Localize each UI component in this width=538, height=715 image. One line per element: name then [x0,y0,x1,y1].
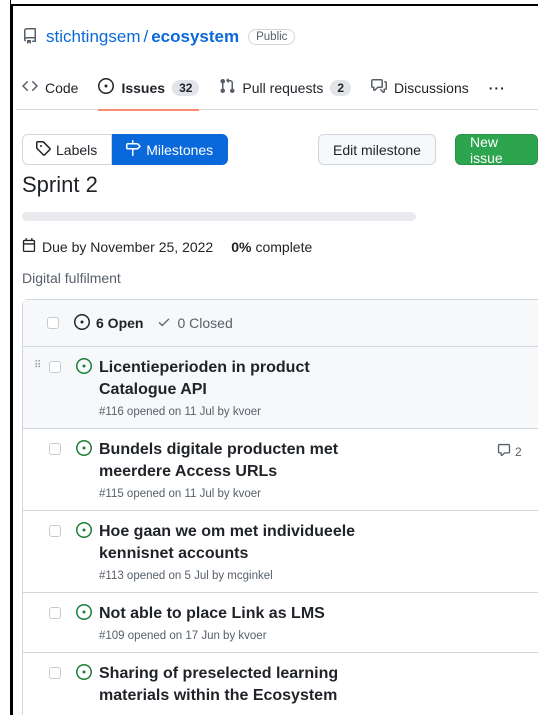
pull-requests-counter: 2 [330,79,352,96]
issue-checkbox[interactable] [49,443,61,455]
issue-checkbox[interactable] [49,361,61,373]
tab-issues-label: Issues [121,79,166,96]
check-icon [157,315,177,332]
issue-row[interactable]: Hoe gaan we om met individueele kennisne… [23,511,538,593]
comments-link[interactable]: 2 [497,443,522,460]
issue-title-link[interactable]: Not able to place Link as LMS [99,603,399,625]
milestones-button[interactable]: Milestones [112,134,229,165]
comment-icon [497,443,515,460]
issue-row[interactable]: ⠿ Licentieperioden in product Catalogue … [23,347,538,429]
issues-counter: 32 [172,79,200,96]
issue-open-icon [76,358,92,379]
calendar-icon [22,238,42,255]
issue-meta: #116 opened on 11 Jul by kvoer [99,406,261,418]
tag-icon [35,140,56,159]
tab-code-label: Code [45,79,79,96]
edit-milestone-button[interactable]: Edit milestone [318,134,436,165]
issue-title-link[interactable]: Sharing of preselected learning material… [99,663,359,707]
labels-button[interactable]: Labels [22,134,113,165]
tab-pull-requests-label: Pull requests [242,79,324,96]
milestone-toolbar: Labels Milestones Edit milestone New iss… [22,134,538,166]
open-count-label: 6 Open [96,315,144,331]
repo-icon [22,28,40,46]
select-all-checkbox[interactable] [47,317,59,329]
window-frame-left [0,0,11,715]
milestone-title: Sprint 2 [22,172,98,197]
issue-row[interactable]: Not able to place Link as LMS #109 opene… [23,593,538,653]
repo-separator: / [143,27,149,46]
milestone-progress-bar [22,212,416,221]
issue-row[interactable]: Sharing of preselected learning material… [23,653,538,715]
milestones-button-label: Milestones [146,141,214,158]
repo-owner-link[interactable]: stichtingsem [46,27,140,47]
issue-opened-icon [98,78,121,97]
repo-header: stichtingsem / ecosystem Public [16,8,538,66]
window-frame-inner [11,6,14,715]
github-milestone-page: stichtingsem / ecosystem Public Code Iss… [16,8,538,715]
closed-count-label: 0 Closed [177,315,233,331]
due-date: Due by November 25, 2022 [42,238,214,255]
complete-label: complete [255,238,313,255]
issue-checkbox[interactable] [49,525,61,537]
open-filter[interactable]: 6 Open [74,313,144,333]
comment-discussion-icon [371,78,394,97]
issue-opened-icon [74,313,96,333]
issues-list: 6 Open 0 Closed ⠿ Licentieperioden in pr… [22,299,538,715]
issue-title-link[interactable]: Licentieperioden in product Catalogue AP… [99,357,359,401]
tab-issues[interactable]: Issues 32 [98,66,200,111]
repo-nav-tabs: Code Issues 32 Pull requests 2 Discussio… [16,66,538,111]
milestone-icon [125,140,146,159]
drag-handle-icon[interactable]: ⠿ [34,360,41,371]
more-tabs-icon[interactable]: ··· [489,66,506,110]
issue-checkbox[interactable] [49,607,61,619]
tab-discussions[interactable]: Discussions [371,66,469,110]
issue-open-icon [76,604,92,625]
tab-pull-requests[interactable]: Pull requests 2 [219,66,352,110]
percent-complete: 0% [231,238,252,255]
milestone-description: Digital fulfilment [22,270,121,286]
labels-button-label: Labels [56,141,98,158]
issue-title-link[interactable]: Bundels digitale producten met meerdere … [99,439,359,483]
issue-row[interactable]: Bundels digitale producten met meerdere … [23,429,538,511]
issue-open-icon [76,522,92,543]
labels-milestones-switch: Labels Milestones [22,134,229,165]
tab-code[interactable]: Code [22,66,78,110]
closed-filter[interactable]: 0 Closed [157,315,233,332]
new-issue-button[interactable]: New issue [455,134,538,166]
issues-list-header: 6 Open 0 Closed [23,300,538,347]
milestone-meta: Due by November 25, 2022 0% complete [22,238,312,255]
repo-name-link[interactable]: ecosystem [151,27,239,47]
issue-open-icon [76,664,92,685]
visibility-badge: Public [248,29,296,45]
window-frame-top [11,0,538,6]
issue-title-link[interactable]: Hoe gaan we om met individueele kennisne… [99,521,359,565]
issue-meta: #109 opened on 17 Jun by kvoer [99,630,267,642]
issue-open-icon [76,440,92,461]
issue-checkbox[interactable] [49,667,61,679]
code-icon [22,78,45,97]
issue-meta: #115 opened on 11 Jul by kvoer [99,488,261,500]
issue-meta: #113 opened on 5 Jul by mcginkel [99,570,273,582]
git-pull-request-icon [219,78,242,97]
comment-count: 2 [515,444,522,459]
tab-discussions-label: Discussions [394,79,469,96]
